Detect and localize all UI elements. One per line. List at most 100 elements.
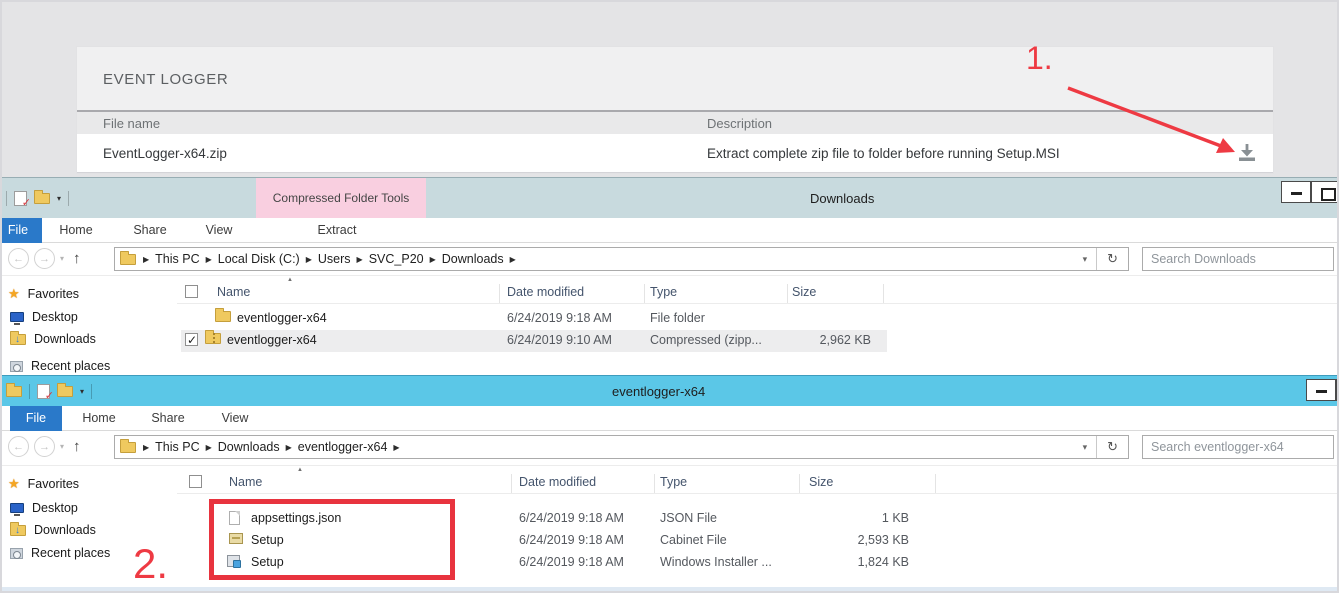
breadcrumb-separator-icon: ▶ (283, 443, 295, 452)
breadcrumb-separator-icon: ▶ (140, 255, 152, 264)
download-icon[interactable] (1237, 144, 1257, 162)
address-dropdown-icon[interactable]: ▾ (1074, 442, 1097, 453)
maximize-button[interactable] (1311, 181, 1339, 203)
sidebar-item-label: Recent places (31, 546, 110, 560)
file-type: Windows Installer ... (660, 555, 772, 569)
select-all-checkbox[interactable] (185, 285, 198, 298)
tab-view[interactable]: View (196, 218, 242, 243)
file-type: Compressed (zipp... (650, 333, 762, 347)
refresh-icon[interactable]: ↻ (1097, 440, 1128, 455)
tab-share[interactable]: Share (142, 406, 194, 431)
forward-button[interactable]: → (34, 436, 55, 457)
tab-view[interactable]: View (212, 406, 258, 431)
crumb-this-pc[interactable]: This PC (152, 252, 202, 266)
window-controls (1306, 379, 1339, 401)
file-row[interactable]: eventlogger-x64 6/24/2019 9:18 AM File f… (177, 308, 1339, 330)
search-input[interactable] (1143, 436, 1333, 458)
folder-icon (215, 311, 231, 322)
window-icon (6, 386, 22, 397)
file-name-cell: EventLogger-x64.zip (103, 146, 227, 161)
up-button[interactable]: ↑ (73, 438, 81, 455)
window-title: Downloads (810, 178, 874, 218)
downloads-icon: ↓ (10, 525, 26, 536)
up-button[interactable]: ↑ (73, 250, 81, 267)
explorer-window-eventlogger: ▾ eventlogger-x64 File Home Share View ←… (2, 375, 1339, 593)
tab-extract[interactable]: Extract (302, 218, 372, 243)
column-date-modified[interactable]: Date modified (519, 475, 596, 489)
select-all-checkbox[interactable] (189, 475, 202, 488)
recent-locations-icon[interactable]: ▾ (60, 254, 64, 263)
crumb-svc-p20[interactable]: SVC_P20 (366, 252, 427, 266)
file-name: eventlogger-x64 (237, 311, 327, 325)
navigation-buttons: ← → ▾ ↑ (8, 436, 81, 457)
tab-share[interactable]: Share (124, 218, 176, 243)
quick-access-toolbar: ▾ (6, 178, 69, 218)
desktop-icon (10, 312, 24, 322)
tab-home[interactable]: Home (52, 218, 100, 243)
column-divider (511, 474, 512, 493)
list-header: ▲ Name Date modified Type Size (177, 472, 1339, 494)
sidebar-item-downloads[interactable]: ↓ Downloads (2, 329, 177, 349)
file-date: 6/24/2019 9:18 AM (519, 511, 624, 525)
sidebar-item-label: Downloads (34, 332, 96, 346)
sidebar-item-recent-places[interactable]: Recent places (2, 356, 177, 376)
location-folder-icon (120, 254, 136, 265)
search-input[interactable] (1143, 248, 1333, 270)
desktop-icon (10, 503, 24, 513)
sidebar-group-favorites[interactable]: ★ Favorites (2, 284, 177, 304)
properties-icon[interactable] (37, 384, 50, 399)
properties-icon[interactable] (14, 191, 27, 206)
ribbon-tabs: File Home Share View Extract (2, 218, 1339, 243)
minimize-button[interactable] (1306, 379, 1336, 401)
sidebar-item-label: Desktop (32, 310, 78, 324)
column-date-modified[interactable]: Date modified (507, 285, 584, 299)
recent-locations-icon[interactable]: ▾ (60, 442, 64, 451)
crumb-downloads[interactable]: Downloads (439, 252, 507, 266)
sidebar-group-favorites[interactable]: ★ Favorites (2, 474, 177, 494)
tab-file[interactable]: File (10, 406, 62, 431)
column-type[interactable]: Type (650, 285, 677, 299)
back-button[interactable]: ← (8, 436, 29, 457)
folder-icon[interactable] (57, 386, 73, 397)
file-size: 1,824 KB (787, 555, 909, 569)
sidebar-item-desktop[interactable]: Desktop (2, 498, 177, 518)
file-name: eventlogger-x64 (227, 333, 317, 347)
minimize-button[interactable] (1281, 181, 1311, 203)
column-size[interactable]: Size (792, 285, 816, 299)
forward-button[interactable]: → (34, 248, 55, 269)
annotation-step-1: 1. (1026, 40, 1053, 77)
file-type: File folder (650, 311, 705, 325)
column-name[interactable]: Name (229, 475, 262, 489)
tab-home[interactable]: Home (74, 406, 124, 431)
back-button[interactable]: ← (8, 248, 29, 269)
row-checkbox[interactable] (185, 333, 198, 346)
sort-ascending-icon: ▲ (297, 467, 303, 473)
star-icon: ★ (8, 476, 20, 492)
screenshot-root: EVENT LOGGER File name Description Event… (0, 0, 1339, 593)
chevron-down-icon[interactable]: ▾ (80, 387, 84, 396)
file-size: 2,962 KB (767, 333, 871, 347)
sidebar-item-downloads[interactable]: ↓ Downloads (2, 520, 177, 540)
address-dropdown-icon[interactable]: ▾ (1074, 254, 1097, 265)
zip-folder-icon (205, 333, 221, 344)
breadcrumb-separator-icon: ▶ (203, 255, 215, 264)
explorer-content: ★ Favorites Desktop ↓ Downloads Recent p… (2, 275, 1339, 375)
column-type[interactable]: Type (660, 475, 687, 489)
folder-icon[interactable] (34, 193, 50, 204)
tab-file[interactable]: File (0, 218, 42, 243)
download-table-row: EventLogger-x64.zip Extract complete zip… (77, 134, 1273, 173)
crumb-local-disk[interactable]: Local Disk (C:) (215, 252, 303, 266)
chevron-down-icon[interactable]: ▾ (57, 194, 61, 203)
crumb-downloads[interactable]: Downloads (215, 440, 283, 454)
crumb-this-pc[interactable]: This PC (152, 440, 202, 454)
file-row-selected[interactable]: eventlogger-x64 6/24/2019 9:10 AM Compre… (177, 330, 1339, 352)
column-size[interactable]: Size (809, 475, 833, 489)
column-name[interactable]: Name (217, 285, 250, 299)
sidebar-item-desktop[interactable]: Desktop (2, 307, 177, 327)
sidebar-item-label: Recent places (31, 359, 110, 373)
breadcrumb-separator-icon: ▶ (354, 255, 366, 264)
crumb-users[interactable]: Users (315, 252, 354, 266)
file-list: ▲ Name Date modified Type Size eventlogg… (177, 276, 1339, 375)
crumb-eventlogger-x64[interactable]: eventlogger-x64 (295, 440, 391, 454)
refresh-icon[interactable]: ↻ (1097, 252, 1128, 267)
